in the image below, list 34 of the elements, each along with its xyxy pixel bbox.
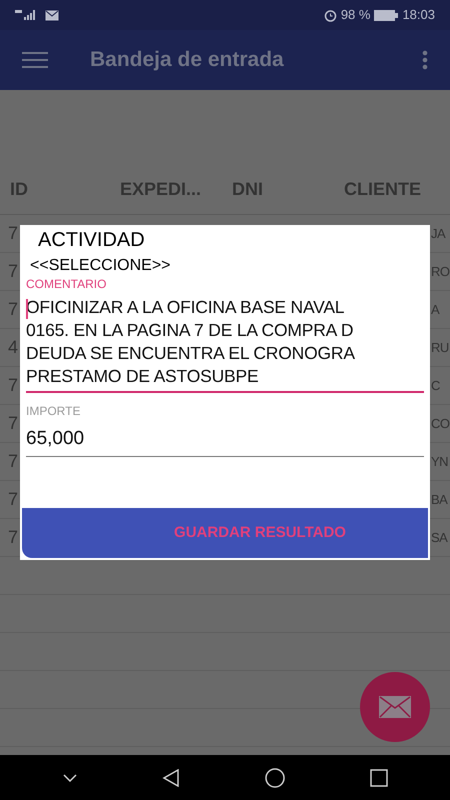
table-cell-text: 4 (8, 336, 20, 359)
table-cell-text: A (431, 300, 440, 319)
alarm-icon (324, 8, 337, 22)
home-icon[interactable] (264, 768, 284, 788)
field-label: IMPORTE (26, 403, 82, 419)
clock: 18:03 (402, 6, 435, 24)
back-icon[interactable] (162, 768, 180, 786)
table-cell-text: RU (431, 338, 450, 357)
activity-select[interactable]: <<SELECCIONE>> (30, 256, 171, 276)
column-header: EXPEDI... (120, 178, 202, 201)
comment-text-line: OFICINIZAR A LA OFICINA BASE NAVAL (26, 296, 346, 319)
comment-text-line: DEUDA SE ENCUENTRA EL CRONOGRA (26, 342, 356, 365)
dialog-title: ACTIVIDAD (38, 228, 146, 252)
table-cell-text: YN (431, 452, 450, 471)
table-cell-text: JA (431, 224, 446, 243)
table-cell-text: CO (431, 414, 450, 433)
table-cell-text: RO (431, 262, 450, 281)
comment-field[interactable]: OFICINIZAR A LA OFICINA BASE NAVAL 0165. EN LA PAGINA 7 DE LA COMPRA D DEUDA SE ENCUENTRA EL CRONOGRA PRESTAMO DE ASTOSUBPE (26, 296, 424, 393)
battery-percent: 98 % (340, 6, 370, 24)
chevron-down-icon[interactable] (62, 774, 76, 782)
mail-icon (379, 696, 411, 718)
field-label: COMENTARIO (26, 276, 108, 292)
comment-text-line: 0165. EN LA PAGINA 7 DE LA COMPRA D (26, 319, 354, 342)
comment-text-line: PRESTAMO DE ASTOSUBPE (26, 365, 260, 388)
battery-icon (374, 10, 398, 20)
column-header: DNI (232, 178, 264, 201)
recents-icon[interactable] (370, 768, 388, 786)
mail-icon (45, 10, 59, 20)
amount-field[interactable]: 65,000 (26, 425, 424, 456)
column-header: CLIENTE (344, 178, 422, 201)
table-cell-text: C (431, 376, 441, 395)
menu-icon[interactable] (22, 52, 48, 68)
app-title: Bandeja de entrada (90, 47, 285, 74)
more-icon[interactable] (422, 50, 428, 70)
